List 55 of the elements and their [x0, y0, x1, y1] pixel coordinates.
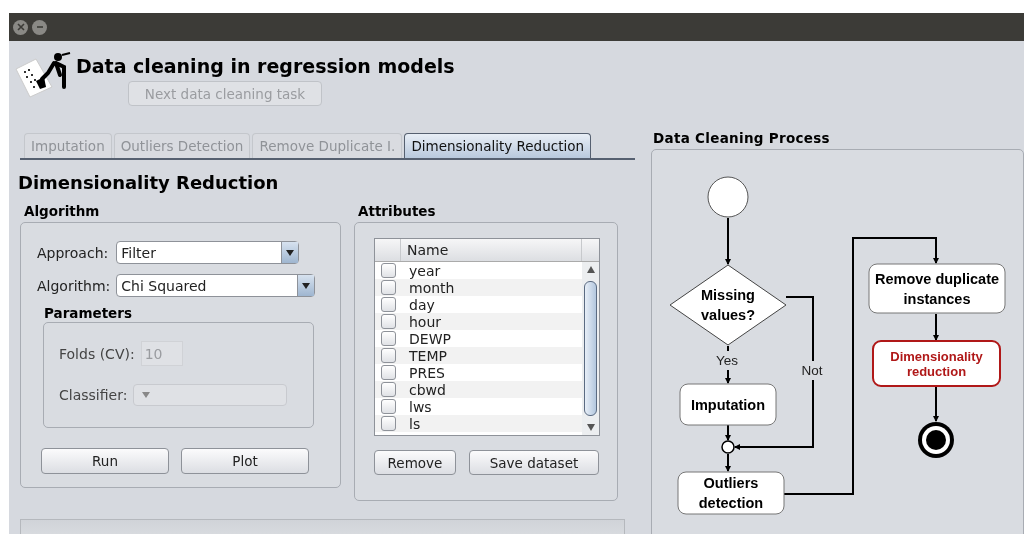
decision-node: Missing values?: [669, 264, 787, 346]
end-node: [918, 422, 954, 458]
process-node: Remove duplicate instances: [868, 263, 1006, 314]
checkbox[interactable]: [381, 365, 396, 380]
group-title: Attributes: [358, 203, 437, 219]
action-button[interactable]: Plot: [181, 448, 309, 474]
table-cell: year: [409, 262, 441, 279]
process-node: Outliers detection: [677, 471, 785, 515]
start-node: [707, 176, 749, 218]
process-node: Dimensionality reduction: [872, 340, 1001, 387]
action-button[interactable]: Remove: [374, 450, 456, 475]
connector-arrow: [725, 424, 731, 441]
checkbox[interactable]: [381, 416, 396, 431]
checkbox[interactable]: [381, 348, 396, 363]
close-icon[interactable]: [13, 19, 28, 35]
action-button[interactable]: Run: [41, 448, 169, 474]
table-cell: ls: [409, 415, 421, 432]
tab[interactable]: Dimensionality Reduction: [404, 133, 591, 158]
scroll-up-icon[interactable]: [585, 266, 596, 273]
dropdown[interactable]: Chi Squared: [116, 274, 316, 297]
group-title: Algorithm: [24, 203, 101, 219]
checkbox[interactable]: [381, 314, 396, 329]
minimize-icon[interactable]: [32, 19, 47, 35]
connector-arrow: [725, 453, 731, 472]
table-cell: day: [409, 296, 435, 313]
table-cell: TEMP: [409, 347, 447, 364]
field-label: Folds (CV):: [59, 345, 135, 362]
table-cell: cbwd: [409, 381, 446, 398]
checkbox[interactable]: [381, 263, 396, 278]
checkbox[interactable]: [381, 331, 396, 346]
group-title: Parameters: [44, 305, 133, 321]
connector-arrow: [725, 217, 731, 265]
group-title: Data Cleaning Process: [653, 130, 831, 146]
edge-label: Not: [801, 363, 823, 378]
process-node: Imputation: [679, 383, 777, 426]
table-cell: DEWP: [409, 330, 451, 347]
app-title: Data cleaning in regression models: [76, 55, 455, 77]
checkbox[interactable]: [381, 280, 396, 295]
scroll-down-icon[interactable]: [585, 424, 596, 431]
field-label: Classifier:: [59, 387, 128, 403]
table-cell: PRES: [409, 364, 445, 381]
action-button[interactable]: Save dataset: [469, 450, 599, 475]
checkbox[interactable]: [381, 297, 396, 312]
table-cell: month: [409, 279, 455, 296]
table-cell: hour: [409, 313, 442, 330]
table-cell: lws: [409, 398, 432, 415]
checkbox[interactable]: [381, 399, 396, 414]
checkbox[interactable]: [381, 382, 396, 397]
merge-node: [721, 440, 735, 454]
dropdown[interactable]: Filter: [116, 241, 300, 264]
field-label: Approach:: [37, 244, 109, 261]
scrollbar[interactable]: [582, 262, 599, 435]
edge-label: Yes: [716, 353, 738, 368]
field-label: Algorithm:: [37, 277, 111, 294]
section-title: Dimensionality Reduction: [18, 172, 280, 193]
